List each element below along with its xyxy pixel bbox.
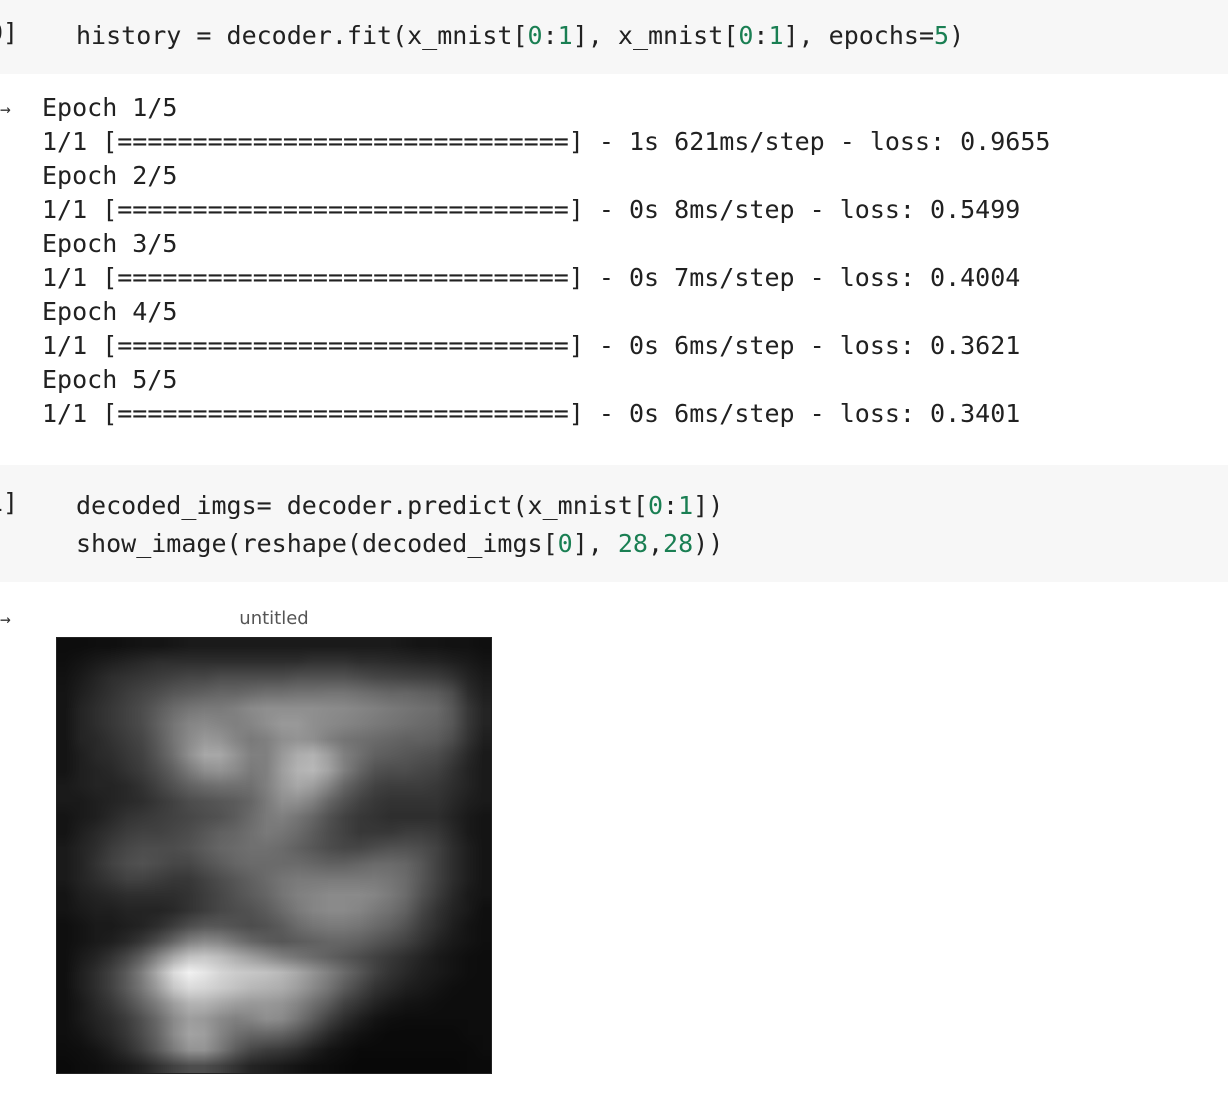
code-token: )) xyxy=(693,529,724,558)
code-token: , xyxy=(647,529,664,558)
code-number-token: 1 xyxy=(768,21,784,50)
code-token: ]) xyxy=(693,491,724,520)
code-token: history = decoder.fit(x_mnist[ xyxy=(76,21,528,50)
code-number-token: 28 xyxy=(663,529,694,558)
cell-prompt-2: 1] xyxy=(0,488,19,517)
epoch-header-line: Epoch 4/5 xyxy=(42,297,178,326)
cell-prompt-1: 0] xyxy=(0,18,19,47)
output-arrow-icon[interactable]: → xyxy=(0,610,11,630)
code-token: : xyxy=(542,21,558,50)
code-token: ], xyxy=(572,529,618,558)
code-token: decoded_imgs= decoder.predict(x_mnist[ xyxy=(76,491,648,520)
code-line-fit[interactable]: history = decoder.fit(x_mnist[0:1], x_mn… xyxy=(76,17,964,55)
progress-line: 1/1 [==============================] - 0… xyxy=(42,331,1021,360)
epoch-header-line: Epoch 2/5 xyxy=(42,161,178,190)
decoded-digit-image xyxy=(56,637,492,1074)
code-token: : xyxy=(663,491,679,520)
code-number-token: 0 xyxy=(557,529,573,558)
code-number-token: 5 xyxy=(934,21,950,50)
code-number-token: 0 xyxy=(647,491,664,520)
code-token: : xyxy=(753,21,769,50)
progress-line: 1/1 [==============================] - 0… xyxy=(42,263,1021,292)
progress-line: 1/1 [==============================] - 1… xyxy=(42,127,1051,156)
training-log-output: Epoch 1/5 1/1 [==========================… xyxy=(42,91,1050,431)
progress-line: 1/1 [==============================] - 0… xyxy=(42,399,1021,428)
code-number-token: 0 xyxy=(527,21,543,50)
progress-line: 1/1 [==============================] - 0… xyxy=(42,195,1021,224)
epoch-header-line: Epoch 5/5 xyxy=(42,365,178,394)
code-token: ], x_mnist[ xyxy=(572,21,739,50)
code-number-token: 0 xyxy=(738,21,754,50)
epoch-header-line: Epoch 3/5 xyxy=(42,229,178,258)
epoch-header-line: Epoch 1/5 xyxy=(42,93,178,122)
figure-title: untitled xyxy=(239,608,309,629)
code-line-show-image[interactable]: show_image(reshape(decoded_imgs[0], 28,2… xyxy=(76,525,723,563)
output-arrow-icon[interactable]: → xyxy=(0,100,11,120)
code-line-predict[interactable]: decoded_imgs= decoder.predict(x_mnist[0:… xyxy=(76,487,723,525)
code-token: ], epochs= xyxy=(783,21,935,50)
code-token: ) xyxy=(949,21,965,50)
code-token: show_image(reshape(decoded_imgs[ xyxy=(76,529,558,558)
code-number-token: 28 xyxy=(617,529,648,558)
code-number-token: 1 xyxy=(557,21,573,50)
code-number-token: 1 xyxy=(678,491,694,520)
